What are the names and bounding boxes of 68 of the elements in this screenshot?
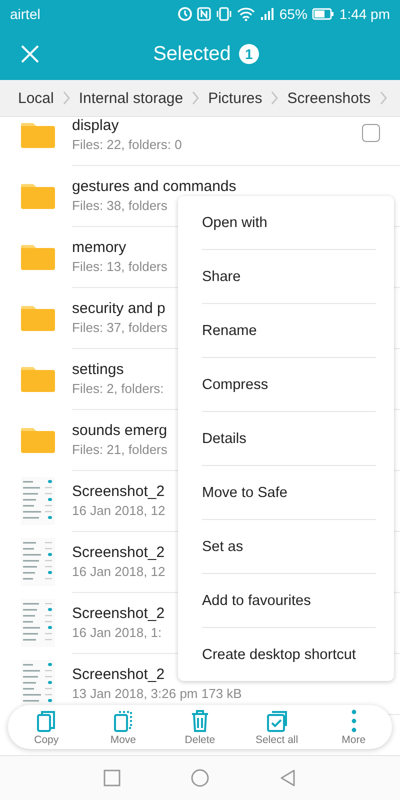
menu-item[interactable]: Set as bbox=[202, 520, 376, 574]
back-button[interactable] bbox=[279, 769, 297, 787]
chevron-icon bbox=[62, 91, 71, 105]
folder-icon bbox=[20, 426, 56, 454]
file-name: settings bbox=[72, 360, 124, 378]
vibrate-icon bbox=[216, 7, 232, 21]
breadcrumb-link[interactable]: Screenshots bbox=[287, 90, 371, 106]
file-name: Screenshot_2 bbox=[72, 482, 165, 500]
file-name: memory bbox=[72, 238, 126, 256]
file-details: 16 Jan 2018, 12 bbox=[72, 564, 166, 578]
battery-icon bbox=[312, 8, 334, 20]
recents-button[interactable] bbox=[103, 769, 121, 787]
copy-button[interactable]: Copy bbox=[11, 708, 82, 746]
file-details: 16 Jan 2018, 1: bbox=[72, 624, 162, 640]
copy-icon bbox=[35, 708, 58, 732]
file-details: Files: 22, folders: 0 bbox=[72, 136, 182, 152]
folder-icon bbox=[20, 304, 56, 332]
folder-icon bbox=[20, 364, 56, 392]
home-button[interactable] bbox=[191, 769, 209, 787]
menu-item[interactable]: Share bbox=[202, 250, 376, 304]
file-name: sounds emerg bbox=[72, 422, 168, 438]
menu-item[interactable]: Open with bbox=[202, 196, 376, 250]
select-all-button[interactable]: Select all bbox=[242, 708, 312, 746]
folder-icon bbox=[20, 242, 56, 270]
battery-percentage: 65% bbox=[279, 6, 308, 22]
menu-item[interactable]: Details bbox=[202, 412, 376, 466]
chevron-icon bbox=[378, 91, 388, 105]
header-title: Selected bbox=[153, 42, 231, 66]
file-details: Files: 38, folders bbox=[72, 198, 168, 212]
move-icon bbox=[112, 708, 134, 732]
menu-item[interactable]: Compress bbox=[202, 358, 376, 412]
file-name: Screenshot_2 bbox=[72, 544, 165, 560]
file-name: Screenshot_2 bbox=[72, 666, 165, 682]
checkbox[interactable] bbox=[362, 124, 380, 142]
menu-item[interactable]: Create desktop shortcut bbox=[202, 628, 376, 681]
file-details: Files: 37, folders bbox=[72, 320, 168, 334]
delete-button[interactable]: Delete bbox=[164, 708, 235, 746]
menu-item[interactable]: Move to Safe bbox=[202, 466, 376, 520]
selection-count: 1 bbox=[238, 44, 259, 64]
select-all-icon bbox=[266, 708, 288, 732]
menu-item[interactable]: Add to favourites bbox=[202, 574, 376, 628]
signal-icon bbox=[260, 7, 274, 21]
nfc-icon bbox=[197, 7, 212, 21]
carrier-name: airtel bbox=[10, 6, 40, 22]
file-name: display bbox=[72, 117, 119, 134]
menu-item[interactable]: Rename bbox=[202, 304, 376, 358]
close-icon bbox=[20, 44, 40, 64]
chevron-icon bbox=[191, 91, 200, 105]
wifi-icon bbox=[237, 7, 256, 21]
file-name: security and p bbox=[72, 300, 166, 316]
folder-icon bbox=[20, 182, 56, 210]
file-details: Files: 13, folders bbox=[72, 258, 168, 274]
clock-time: 1:44 pm bbox=[339, 6, 390, 22]
file-name: gestures and commands bbox=[72, 178, 236, 194]
more-icon bbox=[350, 708, 357, 732]
move-button[interactable]: Move bbox=[88, 708, 158, 746]
file-name: Screenshot_2 bbox=[72, 604, 165, 622]
breadcrumb-link[interactable]: Pictures bbox=[208, 90, 262, 106]
breadcrumb-link[interactable]: Internal storage bbox=[78, 90, 184, 106]
folder-icon bbox=[20, 120, 56, 148]
file-details: 16 Jan 2018, 12 bbox=[72, 502, 166, 518]
chevron-icon bbox=[270, 91, 280, 105]
alarm-icon bbox=[178, 7, 192, 21]
file-details: Files: 21, folders bbox=[72, 442, 168, 456]
more-button[interactable]: More bbox=[318, 708, 389, 746]
breadcrumb-link[interactable]: Local bbox=[18, 90, 54, 106]
file-details: 13 Jan 2018, 3:26 pm 173 kB bbox=[72, 686, 242, 700]
file-details: Files: 2, folders: bbox=[72, 380, 164, 396]
